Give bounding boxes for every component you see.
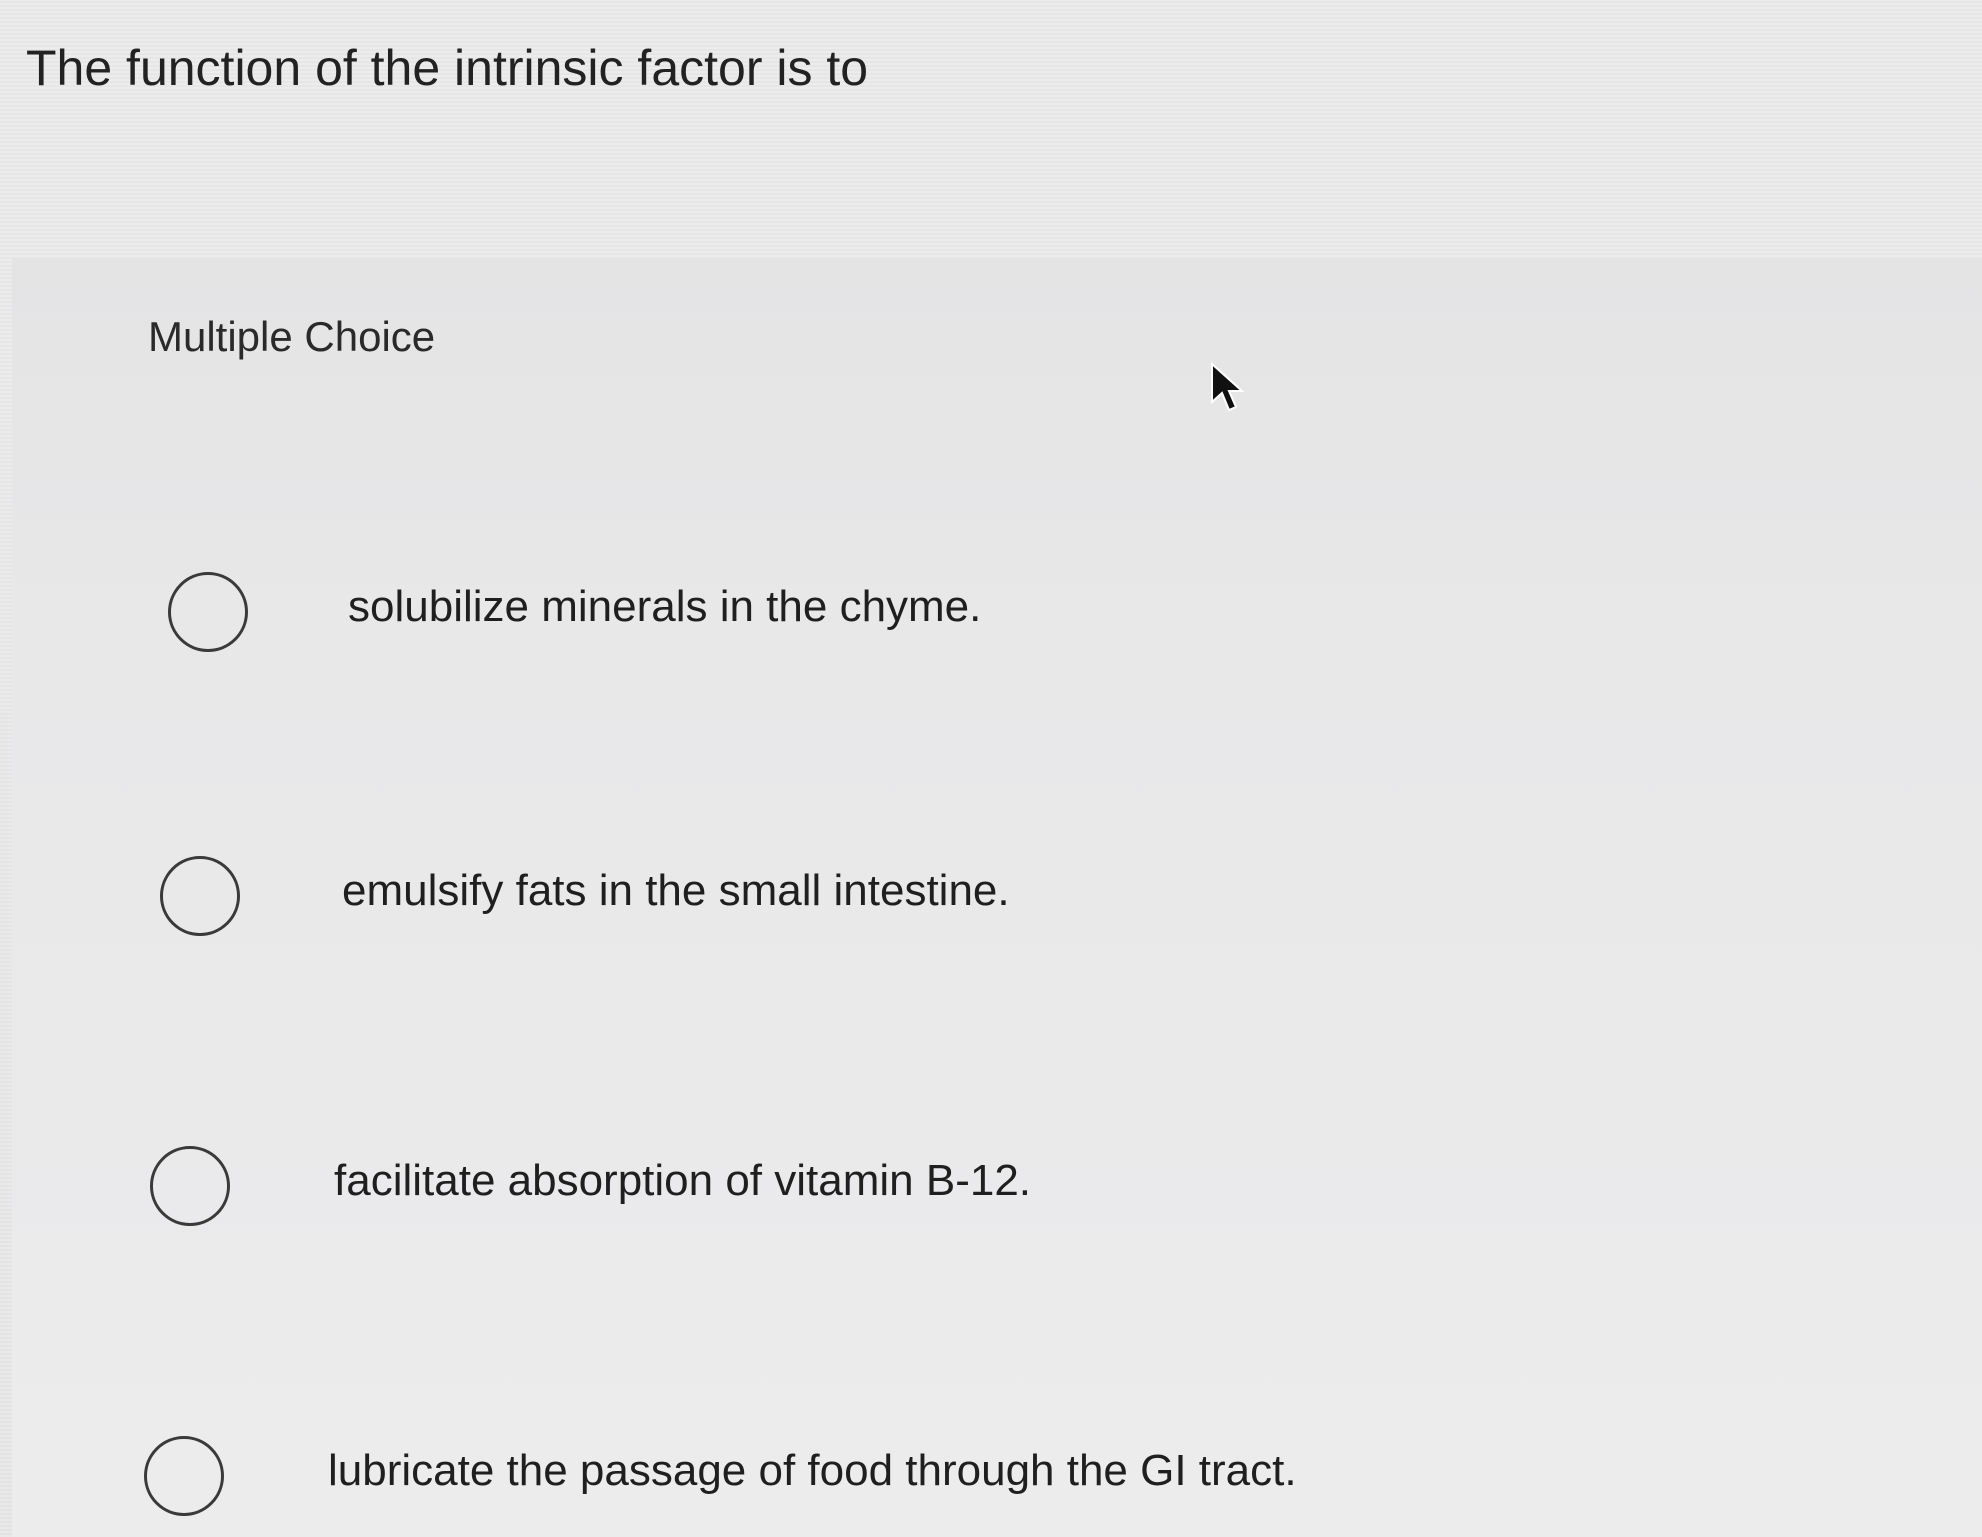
option-3[interactable]: facilitate absorption of vitamin B-12.: [150, 1146, 1650, 1246]
radio-circle-icon[interactable]: [144, 1436, 224, 1516]
page: The function of the intrinsic factor is …: [0, 0, 1982, 1537]
option-3-text: facilitate absorption of vitamin B-12.: [334, 1156, 1032, 1205]
radio-circle-icon[interactable]: [168, 572, 248, 652]
option-4-text: lubricate the passage of food through th…: [328, 1446, 1297, 1495]
option-2-text: emulsify fats in the small intestine.: [342, 866, 1010, 915]
option-1[interactable]: solubilize minerals in the chyme.: [168, 572, 1668, 672]
option-1-text: solubilize minerals in the chyme.: [348, 582, 982, 631]
mouse-pointer-icon: [1211, 362, 1245, 412]
option-4[interactable]: lubricate the passage of food through th…: [144, 1436, 1644, 1536]
radio-circle-icon[interactable]: [150, 1146, 230, 1226]
radio-circle-icon[interactable]: [160, 856, 240, 936]
option-2[interactable]: emulsify fats in the small intestine.: [160, 856, 1660, 956]
multiple-choice-label: Multiple Choice: [148, 313, 436, 360]
question-prompt: The function of the intrinsic factor is …: [26, 40, 869, 96]
